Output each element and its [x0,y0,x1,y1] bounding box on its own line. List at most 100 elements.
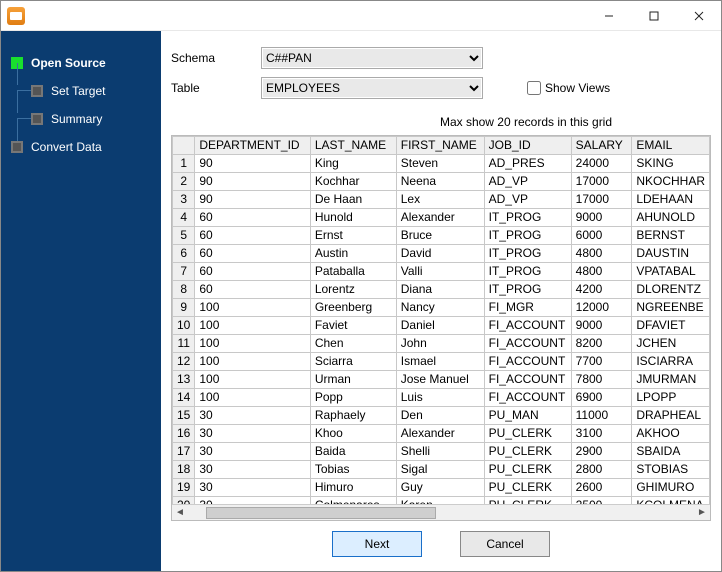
row-number[interactable]: 18 [173,461,195,479]
row-number[interactable]: 19 [173,479,195,497]
table-row[interactable]: 14100PoppLuisFI_ACCOUNT6900LPOPP [173,389,710,407]
cell[interactable]: 4200 [571,281,632,299]
cell[interactable]: JMURMAN [632,371,710,389]
table-row[interactable]: 2030ColmenaresKarenPU_CLERK2500KCOLMENA [173,497,710,505]
cell[interactable]: PU_MAN [484,407,571,425]
cell[interactable]: 9000 [571,209,632,227]
row-number[interactable]: 20 [173,497,195,505]
minimize-button[interactable] [586,1,631,31]
cell[interactable]: DRAPHEAL [632,407,710,425]
cell[interactable]: 17000 [571,173,632,191]
cell[interactable]: Guy [396,479,484,497]
cell[interactable]: Daniel [396,317,484,335]
cell[interactable]: 7700 [571,353,632,371]
cell[interactable]: DFAVIET [632,317,710,335]
cell[interactable]: Alexander [396,425,484,443]
cell[interactable]: IT_PROG [484,209,571,227]
cell[interactable]: Ismael [396,353,484,371]
cell[interactable]: 60 [195,227,310,245]
cell[interactable]: Bruce [396,227,484,245]
cell[interactable]: 100 [195,353,310,371]
cell[interactable]: IT_PROG [484,245,571,263]
cell[interactable]: ISCIARRA [632,353,710,371]
cell[interactable]: 7800 [571,371,632,389]
horizontal-scrollbar[interactable]: ◄ ► [172,504,710,520]
show-views-input[interactable] [527,81,541,95]
cell[interactable]: 4800 [571,263,632,281]
cell[interactable]: Greenberg [310,299,396,317]
cell[interactable]: Hunold [310,209,396,227]
cell[interactable]: FI_ACCOUNT [484,353,571,371]
cell[interactable]: AHUNOLD [632,209,710,227]
scroll-right-icon[interactable]: ► [694,507,710,518]
table-row[interactable]: 1930HimuroGuyPU_CLERK2600GHIMURO [173,479,710,497]
row-number[interactable]: 3 [173,191,195,209]
cell[interactable]: SKING [632,155,710,173]
column-header[interactable]: EMAIL [632,137,710,155]
cell[interactable]: Jose Manuel [396,371,484,389]
cell[interactable]: FI_ACCOUNT [484,389,571,407]
cell[interactable]: 30 [195,479,310,497]
table-row[interactable]: 660AustinDavidIT_PROG4800DAUSTIN [173,245,710,263]
table-row[interactable]: 11100ChenJohnFI_ACCOUNT8200JCHEN [173,335,710,353]
cell[interactable]: Khoo [310,425,396,443]
table-row[interactable]: 760PataballaValliIT_PROG4800VPATABAL [173,263,710,281]
cell[interactable]: Colmenares [310,497,396,505]
step-summary[interactable]: Summary [1,105,161,133]
cell[interactable]: PU_CLERK [484,425,571,443]
cell[interactable]: 60 [195,209,310,227]
row-number[interactable]: 10 [173,317,195,335]
cell[interactable]: John [396,335,484,353]
cell[interactable]: Chen [310,335,396,353]
table-row[interactable]: 13100UrmanJose ManuelFI_ACCOUNT7800JMURM… [173,371,710,389]
column-header[interactable]: DEPARTMENT_ID [195,137,310,155]
cell[interactable]: 8200 [571,335,632,353]
row-number[interactable]: 17 [173,443,195,461]
cell[interactable]: Urman [310,371,396,389]
table-row[interactable]: 1530RaphaelyDenPU_MAN11000DRAPHEAL [173,407,710,425]
cell[interactable]: 100 [195,371,310,389]
cell[interactable]: 17000 [571,191,632,209]
cell[interactable]: 60 [195,263,310,281]
cell[interactable]: Luis [396,389,484,407]
table-row[interactable]: 190KingStevenAD_PRES24000SKING [173,155,710,173]
cell[interactable]: 2600 [571,479,632,497]
cell[interactable]: BERNST [632,227,710,245]
cell[interactable]: Austin [310,245,396,263]
cell[interactable]: FI_ACCOUNT [484,335,571,353]
cell[interactable]: KCOLMENA [632,497,710,505]
cell[interactable]: Steven [396,155,484,173]
cell[interactable]: 100 [195,317,310,335]
cell[interactable]: Karen [396,497,484,505]
close-button[interactable] [676,1,721,31]
cell[interactable]: 6000 [571,227,632,245]
scroll-thumb[interactable] [206,507,436,519]
schema-select[interactable]: C##PAN [261,47,483,69]
cell[interactable]: 2800 [571,461,632,479]
cell[interactable]: DLORENTZ [632,281,710,299]
cell[interactable]: NKOCHHAR [632,173,710,191]
cell[interactable]: 90 [195,155,310,173]
cell[interactable]: Neena [396,173,484,191]
table-row[interactable]: 10100FavietDanielFI_ACCOUNT9000DFAVIET [173,317,710,335]
table-row[interactable]: 860LorentzDianaIT_PROG4200DLORENTZ [173,281,710,299]
cell[interactable]: PU_CLERK [484,497,571,505]
row-number[interactable]: 5 [173,227,195,245]
cell[interactable]: LDEHAAN [632,191,710,209]
cell[interactable]: David [396,245,484,263]
cell[interactable]: AKHOO [632,425,710,443]
cell[interactable]: FI_ACCOUNT [484,317,571,335]
row-number[interactable]: 16 [173,425,195,443]
cell[interactable]: Den [396,407,484,425]
cell[interactable]: 90 [195,191,310,209]
cell[interactable]: Popp [310,389,396,407]
row-number[interactable]: 9 [173,299,195,317]
table-select[interactable]: EMPLOYEES [261,77,483,99]
cell[interactable]: De Haan [310,191,396,209]
row-number[interactable]: 2 [173,173,195,191]
table-row[interactable]: 460HunoldAlexanderIT_PROG9000AHUNOLD [173,209,710,227]
step-convert-data[interactable]: Convert Data [1,133,161,161]
cell[interactable]: 60 [195,281,310,299]
next-button[interactable]: Next [332,531,422,557]
row-number[interactable]: 1 [173,155,195,173]
